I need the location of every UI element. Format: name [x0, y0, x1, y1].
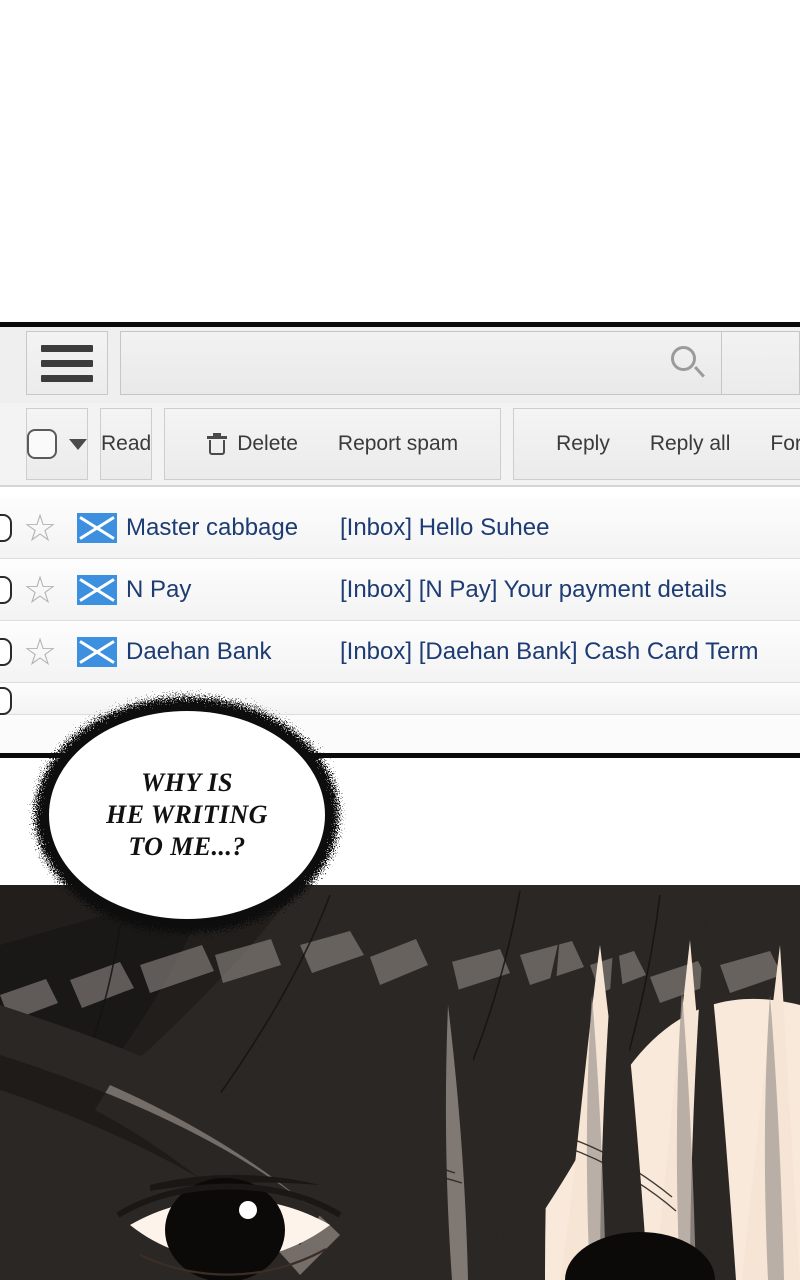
row-checkbox[interactable] [0, 638, 12, 666]
thought-bubble: WHY IS HE WRITING TO ME...? [17, 682, 357, 948]
star-cell[interactable]: ☆ [12, 571, 68, 609]
reply-button[interactable]: Reply [536, 409, 630, 479]
search-icon[interactable] [671, 346, 705, 380]
eye-highlight [239, 1201, 257, 1219]
row-checkbox-cell[interactable] [0, 687, 12, 715]
search-area [120, 331, 800, 403]
table-row[interactable]: ☆ Daehan Bank [Inbox] [Daehan Bank] Cash… [0, 621, 800, 683]
delete-label: Delete [237, 432, 298, 456]
envelope-cell [68, 575, 126, 605]
star-cell[interactable]: ☆ [12, 509, 68, 547]
sender-name[interactable]: Daehan Bank [126, 638, 340, 666]
star-icon[interactable]: ☆ [23, 571, 57, 609]
sender-name[interactable]: Master cabbage [126, 514, 340, 542]
hamburger-bar [41, 345, 93, 352]
star-icon[interactable]: ☆ [23, 509, 57, 547]
forward-label: Forward [770, 432, 800, 456]
read-button[interactable]: Read [100, 408, 152, 480]
hamburger-bar [41, 375, 93, 382]
row-checkbox-cell[interactable] [0, 514, 12, 542]
table-row[interactable]: ☆ N Pay [Inbox] [N Pay] Your payment det… [0, 559, 800, 621]
search-lens [671, 346, 696, 371]
star-icon[interactable]: ☆ [23, 633, 57, 671]
app-topbar [0, 327, 800, 403]
row-checkbox-cell[interactable] [0, 576, 12, 604]
hamburger-bar [41, 360, 93, 367]
topbar-extra-cell[interactable] [722, 331, 800, 395]
select-all-button[interactable] [26, 408, 88, 480]
unread-envelope-icon [77, 513, 117, 543]
search-input[interactable] [121, 332, 661, 394]
envelope-cell [68, 513, 126, 543]
reply-all-button[interactable]: Reply all [630, 409, 751, 479]
report-spam-button[interactable]: Report spam [318, 409, 478, 479]
top-blank-area [0, 0, 800, 322]
row-checkbox[interactable] [0, 514, 12, 542]
hamburger-menu-icon[interactable] [26, 331, 108, 395]
search-handle [694, 366, 705, 378]
sender-name[interactable]: N Pay [126, 576, 340, 604]
row-checkbox-cell[interactable] [0, 638, 12, 666]
chevron-down-icon [69, 439, 87, 450]
unread-envelope-icon [77, 637, 117, 667]
trash-icon [207, 433, 227, 456]
delete-button[interactable]: Delete [187, 409, 318, 479]
reply-all-label: Reply all [650, 432, 731, 456]
list-divider [0, 485, 800, 497]
forward-button[interactable]: Forward [750, 409, 800, 479]
email-subject[interactable]: [Inbox] Hello Suhee [340, 514, 800, 542]
row-checkbox[interactable] [0, 687, 12, 715]
row-checkbox[interactable] [0, 576, 12, 604]
read-label: Read [101, 432, 151, 456]
table-row[interactable]: ☆ Master cabbage [Inbox] Hello Suhee [0, 497, 800, 559]
envelope-cell [68, 637, 126, 667]
reply-label: Reply [556, 432, 610, 456]
reply-group: Reply Reply all Forward [513, 408, 800, 480]
delete-spam-group: Delete Report spam [164, 408, 501, 480]
star-cell[interactable]: ☆ [12, 633, 68, 671]
thought-bubble-shape [17, 682, 357, 948]
action-toolbar: Read Delete Report spam Reply Reply all … [0, 403, 800, 485]
checkbox-icon [27, 429, 57, 459]
email-subject[interactable]: [Inbox] [Daehan Bank] Cash Card Term [340, 638, 800, 666]
report-spam-label: Report spam [338, 432, 458, 456]
search-box[interactable] [120, 331, 722, 395]
unread-envelope-icon [77, 575, 117, 605]
email-subject[interactable]: [Inbox] [N Pay] Your payment details [340, 576, 800, 604]
